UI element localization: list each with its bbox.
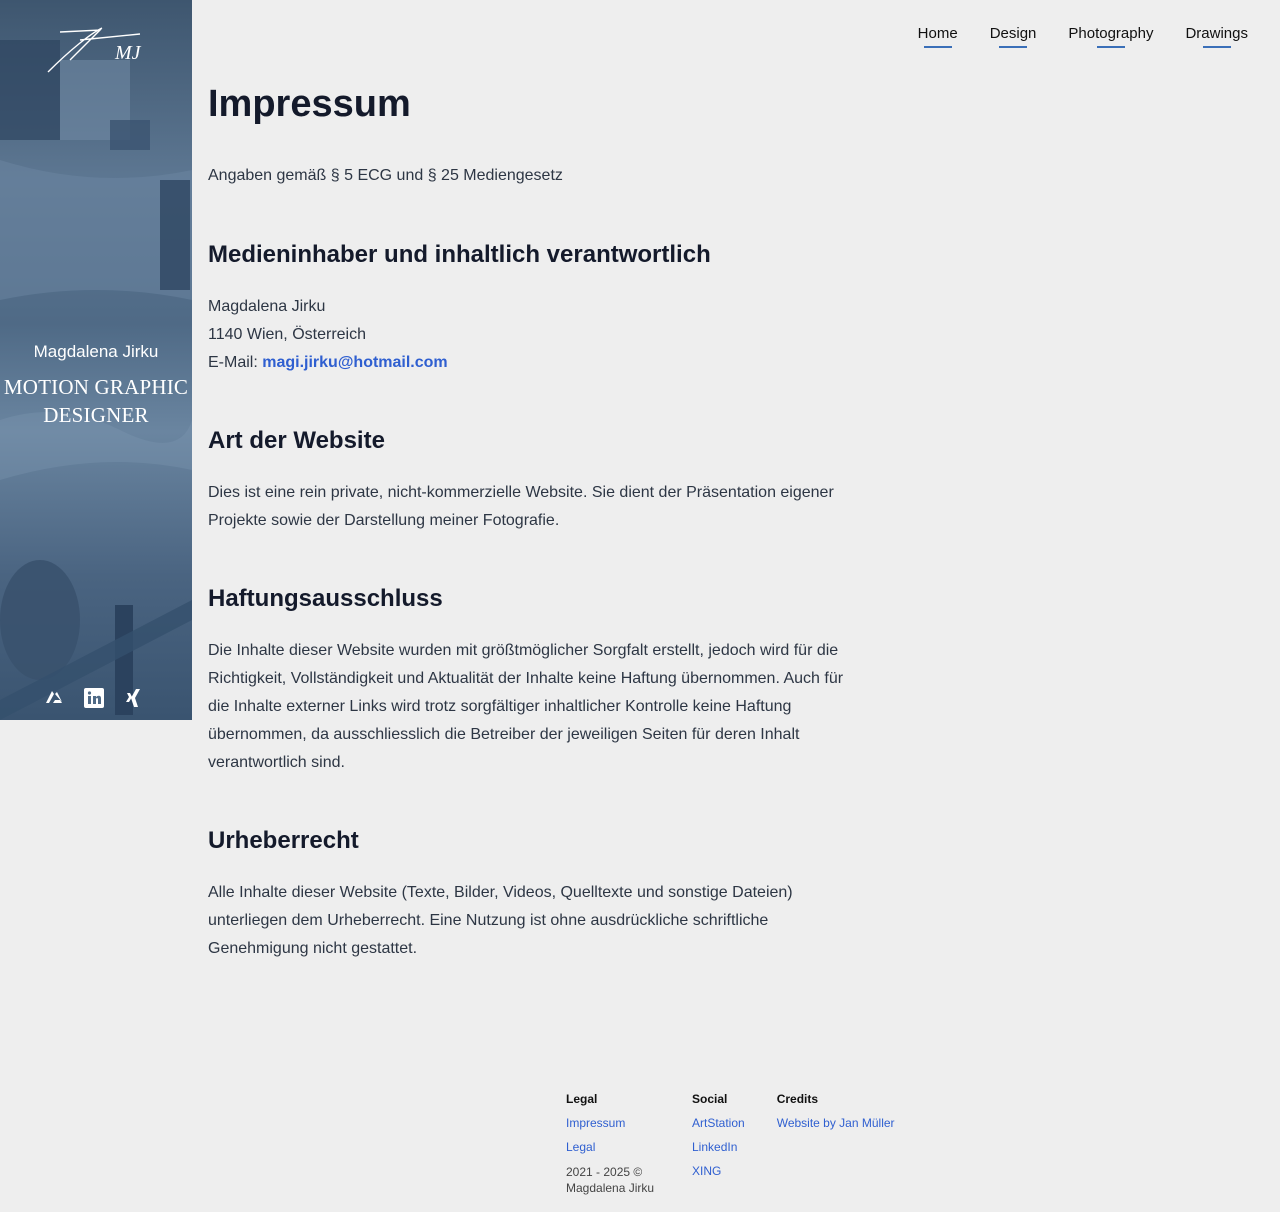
section-copyright: Urheberrecht Alle Inhalte dieser Website… — [208, 825, 868, 963]
xing-icon[interactable] — [124, 688, 144, 708]
nav-drawings-label: Drawings — [1185, 25, 1248, 42]
job-title-line1: MOTION GRAPHIC — [3, 375, 189, 399]
copyright-text: 2021 - 2025 © Magdalena Jirku — [566, 1165, 655, 1195]
footer-credits-heading: Credits — [776, 1092, 819, 1106]
nav-underline — [999, 46, 1028, 48]
owner-address-line: 1140 Wien, Österreich — [208, 326, 366, 343]
footer-social-heading: Social — [692, 1092, 728, 1106]
section-owner: Medieninhaber und inhaltlich verantwortl… — [208, 239, 868, 377]
email-line: E-Mail: magi.jirku@hotmail.com — [208, 349, 868, 377]
footer-link-credits[interactable]: Website by Jan Müller — [777, 1116, 895, 1130]
section-heading: Art der Website — [208, 427, 385, 454]
nav-home[interactable]: Home — [918, 25, 958, 48]
job-title: MOTION GRAPHIC DESIGNER — [0, 373, 192, 429]
footer-legal-column: Legal Impressum Legal 2021 - 2025 © Magd… — [566, 1092, 660, 1196]
section-text: Alle Inhalte dieser Website (Texte, Bild… — [208, 884, 793, 957]
linkedin-icon[interactable] — [84, 688, 104, 708]
lead-text: Angaben gemäß § 5 ECG und § 25 Medienges… — [208, 167, 563, 184]
section-text: Dies ist eine rein private, nicht-kommer… — [208, 484, 834, 529]
section-text: Die Inhalte dieser Website wurden mit gr… — [208, 642, 844, 771]
footer-link-xing[interactable]: XING — [692, 1164, 745, 1178]
main-content: Impressum Angaben gemäß § 5 ECG und § 25… — [208, 80, 868, 963]
footer-link-artstation[interactable]: ArtStation — [692, 1116, 745, 1130]
section-heading: Urheberrecht — [208, 827, 359, 854]
logo-initials: MJ — [115, 42, 141, 64]
owner-name-line: Magdalena Jirku — [208, 298, 326, 315]
nav-design-label: Design — [989, 25, 1037, 42]
section-body: Magdalena Jirku 1140 Wien, Österreich E-… — [208, 293, 868, 377]
nav-underline — [1096, 46, 1125, 48]
footer: Legal Impressum Legal 2021 - 2025 © Magd… — [566, 1092, 895, 1196]
sidebar: MJ Magdalena Jirku MOTION GRAPHIC DESIGN… — [0, 0, 192, 720]
social-icons — [44, 688, 144, 708]
nav-photography-label: Photography — [1068, 25, 1154, 42]
owner-name: Magdalena Jirku — [33, 342, 159, 361]
email-label: E-Mail: — [208, 354, 258, 371]
nav-drawings[interactable]: Drawings — [1185, 25, 1248, 48]
section-heading: Haftungsausschluss — [208, 585, 443, 612]
section-heading: Medieninhaber und inhaltlich verantwortl… — [208, 241, 711, 268]
footer-social-column: Social ArtStation LinkedIn XING — [692, 1092, 745, 1196]
email-link[interactable]: magi.jirku@hotmail.com — [262, 354, 447, 371]
footer-legal-heading: Legal — [566, 1092, 598, 1106]
nav-underline — [923, 46, 952, 48]
page-title: Impressum — [208, 83, 411, 125]
nav-photography[interactable]: Photography — [1068, 25, 1153, 48]
nav-home-label: Home — [917, 25, 958, 42]
nav-design[interactable]: Design — [989, 25, 1037, 48]
footer-link-linkedin[interactable]: LinkedIn — [692, 1140, 745, 1154]
artstation-icon[interactable] — [44, 688, 64, 708]
nav-underline — [1202, 46, 1231, 48]
footer-link-legal[interactable]: Legal — [566, 1140, 660, 1154]
section-disclaimer: Haftungsausschluss Die Inhalte dieser We… — [208, 583, 868, 777]
section-website-type: Art der Website Dies ist eine rein priva… — [208, 425, 868, 535]
footer-credits-column: Credits Website by Jan Müller — [777, 1092, 895, 1196]
footer-link-impressum[interactable]: Impressum — [566, 1116, 660, 1130]
job-title-line2: DESIGNER — [43, 403, 149, 427]
main-navigation: Home Design Photography Drawings — [918, 25, 1248, 48]
